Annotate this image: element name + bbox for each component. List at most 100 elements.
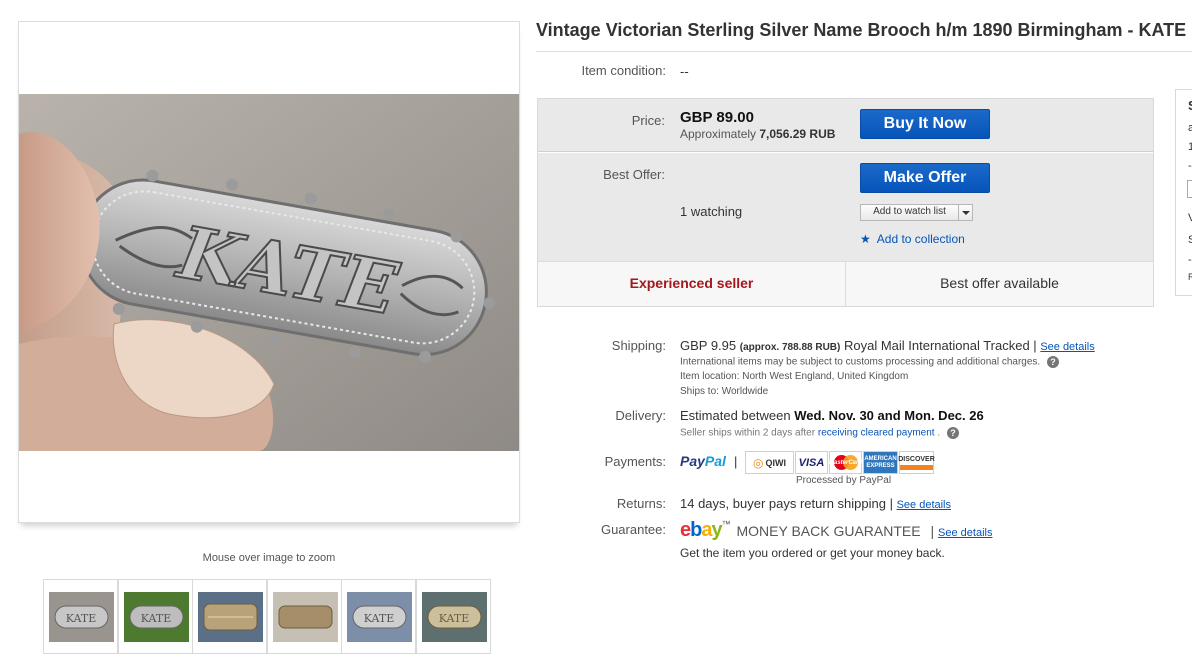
payments-separator: | (734, 454, 738, 469)
divider (538, 152, 1153, 153)
visa-label: VISA (798, 456, 825, 469)
watch-list-dropdown[interactable] (958, 205, 972, 220)
add-to-collection-label: Add to collection (876, 232, 965, 246)
guarantee-see-details-link[interactable]: See details (938, 527, 992, 539)
thumbnail[interactable]: KATE (117, 579, 193, 654)
visa-logo: VISA (795, 451, 828, 474)
guarantee-text: MONEY BACK GUARANTEE (736, 523, 921, 539)
discover-logo: DISCOVER (898, 451, 935, 474)
delivery-note-suffix: . (937, 427, 941, 439)
price-label: Price: (631, 113, 665, 128)
guarantee-separator: | (930, 523, 935, 539)
condition-value: -- (680, 64, 689, 79)
payment-methods: ◎ QIWI VISA MasterCard AMERICAN EXPRESS D… (745, 451, 935, 474)
guarantee-subtext: Get the item you ordered or get your mon… (680, 546, 945, 560)
returns-text: 14 days, buyer pays return shipping | (680, 496, 893, 511)
mastercard-label: MasterCard (829, 459, 863, 466)
paypal-logo: PayPal (680, 453, 726, 469)
zoom-hint: Mouse over image to zoom (202, 552, 336, 564)
experienced-seller-badge: Experienced seller (629, 275, 754, 291)
returns-line: 14 days, buyer pays return shipping | Se… (680, 496, 951, 511)
side-fragment: - (1188, 254, 1192, 266)
side-fragment: a (1188, 122, 1192, 134)
shipping-approx: (approx. 788.88 RUB) (739, 342, 841, 353)
ships-to: Ships to: Worldwide (680, 386, 768, 397)
returns-see-details-link[interactable]: See details (897, 499, 951, 511)
best-offer-label: Best Offer: (603, 167, 665, 182)
guarantee-label: Guarantee: (600, 522, 666, 537)
star-icon: ★ (860, 232, 871, 246)
main-image-frame[interactable]: KATE (18, 21, 520, 523)
trademark: ™ (721, 519, 731, 529)
thumbnail[interactable]: KATE (43, 579, 118, 654)
title-divider (536, 51, 1192, 52)
ships-to-label: Ships to: (680, 386, 719, 397)
qiwi-label: QIWI (765, 457, 786, 468)
shipping-line: GBP 9.95 (approx. 788.88 RUB) Royal Mail… (680, 338, 1095, 353)
main-product-image[interactable]: KATE (19, 94, 519, 451)
seller-side-panel: S a 1 - V S - R (1175, 89, 1192, 296)
shipping-cost: GBP 9.95 (680, 338, 737, 353)
customs-note-text: International items may be subject to cu… (680, 356, 1041, 368)
side-fragment: R (1188, 272, 1192, 282)
amex-logo: AMERICAN EXPRESS (863, 451, 898, 474)
delivery-label: Delivery: (615, 408, 666, 423)
shipping-see-details-link[interactable]: See details (1040, 341, 1094, 353)
delivery-estimate: Estimated between Wed. Nov. 30 and Mon. … (680, 408, 984, 423)
condition-label: Item condition: (581, 63, 666, 78)
cleared-payment-link[interactable]: receiving cleared payment (818, 428, 935, 439)
price-amount: GBP 89.00 (680, 109, 754, 126)
thumbnail[interactable]: KATE (415, 579, 491, 654)
mastercard-logo: MasterCard (829, 451, 862, 474)
customs-note: International items may be subject to cu… (680, 356, 1059, 368)
side-fragment: S (1188, 234, 1192, 246)
delivery-note-prefix: Seller ships within 2 days after (680, 427, 816, 439)
item-location-label: Item location: (680, 371, 740, 382)
paypal-logo-part: Pal (704, 453, 726, 469)
qiwi-logo: ◎ QIWI (745, 451, 794, 474)
delivery-range: Wed. Nov. 30 and Mon. Dec. 26 (794, 408, 984, 423)
side-input[interactable] (1187, 180, 1192, 198)
svg-text:KATE: KATE (438, 612, 468, 625)
side-fragment: 1 (1188, 141, 1192, 153)
question-icon[interactable]: ? (946, 427, 959, 439)
thumbnail[interactable] (192, 579, 267, 654)
item-title: Vintage Victorian Sterling Silver Name B… (536, 20, 1187, 40)
question-icon[interactable]: ? (1046, 356, 1059, 368)
processed-by-paypal: Processed by PayPal (796, 475, 892, 486)
watching-count: 1 watching (680, 204, 743, 219)
add-to-collection-link[interactable]: ★ Add to collection (860, 232, 965, 246)
svg-text:KATE: KATE (66, 612, 96, 625)
amex-label: AMERICAN EXPRESS (864, 455, 897, 469)
add-to-watch-list-button[interactable]: Add to watch list (860, 204, 973, 221)
ships-to-value: Worldwide (721, 386, 769, 397)
thumbnail[interactable] (266, 579, 342, 654)
ebay-logo: ebay (680, 519, 723, 541)
shipping-label: Shipping: (611, 338, 666, 353)
approx-value: 7,056.29 RUB (759, 127, 836, 141)
delivery-note: Seller ships within 2 days after receivi… (680, 427, 959, 439)
svg-text:KATE: KATE (140, 612, 170, 625)
watch-list-label: Add to watch list (873, 206, 946, 217)
thumbnail-strip: KATE KATE KATE KATE (43, 579, 491, 654)
chevron-down-icon (962, 211, 970, 215)
side-fragment: S (1188, 98, 1192, 113)
approx-prefix: Approximately (680, 127, 757, 141)
delivery-prefix: Estimated between (680, 408, 791, 423)
guarantee-line: ebay™ MONEY BACK GUARANTEE | See details (680, 519, 992, 542)
best-offer-badge: Best offer available (940, 275, 1059, 291)
price-converted: Approximately 7,056.29 RUB (680, 127, 835, 141)
svg-text:KATE: KATE (364, 612, 394, 625)
discover-label: DISCOVER (898, 455, 935, 463)
payments-label: Payments: (604, 454, 666, 469)
shipping-service: Royal Mail International Tracked | (843, 338, 1037, 353)
item-location: Item location: North West England, Unite… (680, 371, 908, 382)
returns-label: Returns: (616, 496, 666, 511)
item-location-value: North West England, United Kingdom (742, 371, 909, 382)
side-fragment: - (1188, 160, 1192, 172)
buy-it-now-button[interactable]: Buy It Now (860, 109, 990, 139)
make-offer-button[interactable]: Make Offer (860, 163, 990, 193)
thumbnail[interactable]: KATE (341, 579, 416, 654)
side-fragment: V (1188, 212, 1192, 224)
paypal-logo-part: Pay (680, 453, 705, 469)
